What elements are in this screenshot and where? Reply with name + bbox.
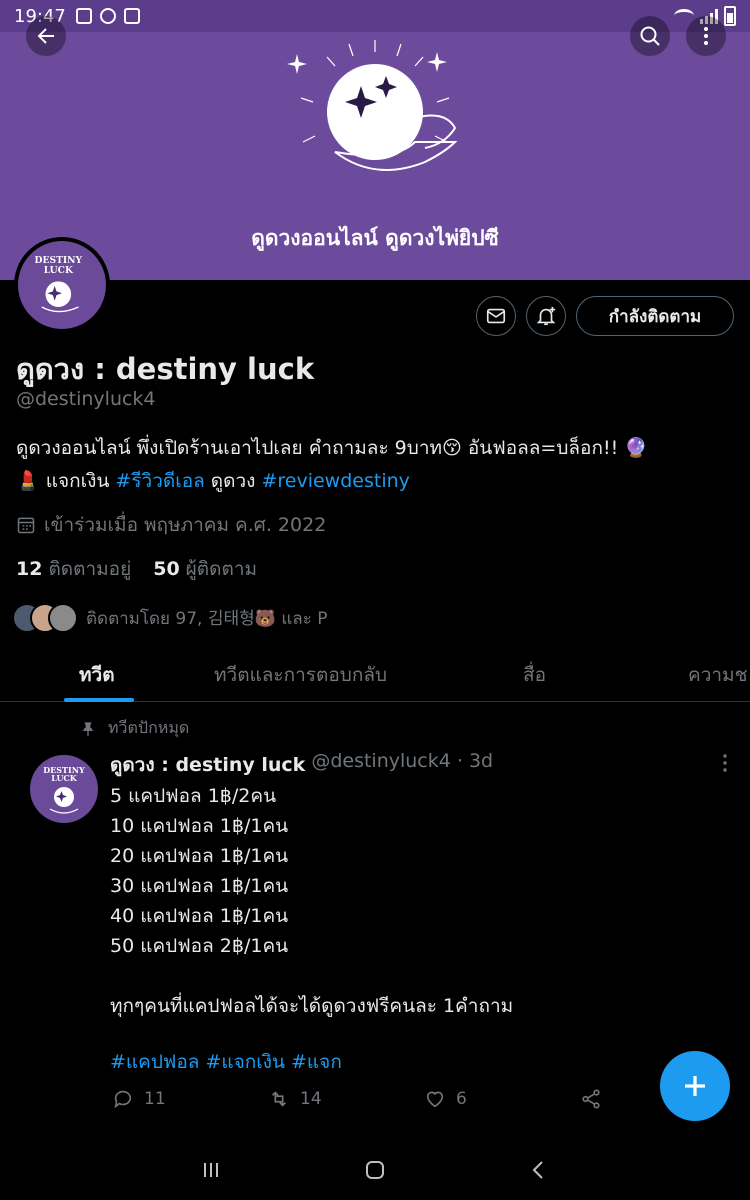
- display-name: ดูดวง : destiny luck: [16, 352, 315, 386]
- retweet-button[interactable]: 14: [268, 1088, 322, 1110]
- tweet-more-icon[interactable]: [716, 752, 734, 774]
- bell-plus-icon: [536, 306, 556, 326]
- followers-stat[interactable]: 50 ผู้ติดตาม: [153, 554, 257, 584]
- profile-banner[interactable]: ดูดวงออนไลน์ ดูดวงไพ่ยิปซี: [0, 32, 750, 280]
- kissing-face-emoji: 😚: [442, 437, 462, 459]
- tweet-line: 10 แคปฟอล 1฿/1คน: [110, 815, 289, 837]
- search-icon: [640, 26, 660, 46]
- profile-bio: ดูดวงออนไลน์ พึ่งเปิดร้านเอาไปเลย คำถามล…: [16, 432, 736, 498]
- pinned-label: ทวีตปักหมุด: [80, 716, 189, 741]
- followed-by[interactable]: ติดตามโดย 97, 김태형🐻 และ P: [12, 603, 328, 633]
- tweet-line: 50 แคปฟอล 2฿/1คน: [110, 935, 289, 957]
- tab-tweets-replies[interactable]: ทวีตและการตอบกลับ: [214, 660, 387, 690]
- back-nav-button[interactable]: [524, 1156, 554, 1184]
- dnd-icon: [99, 8, 116, 24]
- home-button[interactable]: [360, 1156, 390, 1184]
- lipstick-emoji: 💄: [16, 470, 40, 492]
- message-button[interactable]: [476, 296, 516, 336]
- tweet-line: ทุกๆคนที่แคปฟอลได้จะได้ดูดวงฟรีคนละ 1คำถ…: [110, 995, 514, 1017]
- profile-avatar[interactable]: DESTINY LUCK: [14, 237, 110, 333]
- recent-apps-icon: [204, 1163, 218, 1177]
- calendar-icon: [17, 517, 35, 534]
- tweet-line: 40 แคปฟอล 1฿/1คน: [110, 905, 289, 927]
- svg-text:LUCK: LUCK: [44, 265, 74, 276]
- hashtag-link[interactable]: #แคปฟอล: [110, 1047, 199, 1077]
- hashtag-link[interactable]: #แจกเงิน: [205, 1047, 285, 1077]
- tweet-line: 20 แคปฟอล 1฿/1คน: [110, 845, 289, 867]
- banner-caption: ดูดวงออนไลน์ ดูดวงไพ่ยิปซี: [251, 226, 499, 250]
- tweet-author-name[interactable]: ดูดวง : destiny luck: [110, 750, 305, 780]
- battery-icon: [724, 6, 736, 26]
- hashtag-link[interactable]: #reviewdestiny: [261, 470, 409, 492]
- tab-likes[interactable]: ความช: [688, 660, 747, 690]
- profile-tabs: ทวีต ทวีตและการตอบกลับ สื่อ ความช: [0, 648, 750, 702]
- tweet-hashtags: #แคปฟอล #แจกเงิน #แจก: [110, 1047, 342, 1077]
- joined-date: เข้าร่วมเมื่อ พฤษภาคม ค.ศ. 2022: [16, 510, 326, 540]
- tab-tweets[interactable]: ทวีต: [79, 660, 115, 690]
- app-notification-icon: [123, 8, 140, 24]
- active-tab-indicator: [64, 698, 134, 702]
- following-label: ติดตามอยู่: [48, 558, 132, 580]
- svg-text:LUCK: LUCK: [51, 773, 78, 783]
- tweet-text: 5 แคปฟอล 1฿/2คน 10 แคปฟอล 1฿/1คน 20 แคปฟ…: [110, 781, 513, 1021]
- system-navigation-bar: [0, 1140, 750, 1200]
- pinned-text: ทวีตปักหมุด: [108, 718, 190, 737]
- tweet-header: ดูดวง : destiny luck @destinyluck4 · 3d: [110, 750, 493, 780]
- chevron-left-icon: [532, 1161, 543, 1179]
- following-stat[interactable]: 12 ติดตามอยู่: [16, 554, 131, 584]
- search-button[interactable]: [630, 16, 670, 56]
- reply-icon: [114, 1090, 132, 1109]
- retweet-count: 14: [300, 1089, 322, 1109]
- reply-count: 11: [144, 1089, 166, 1109]
- bio-text: แจกเงิน: [39, 470, 116, 492]
- tweet-actions: 11 14 6: [110, 1088, 610, 1118]
- reply-button[interactable]: 11: [112, 1088, 166, 1110]
- joined-text: เข้าร่วมเมื่อ พฤษภาคม ค.ศ. 2022: [44, 514, 327, 536]
- retweet-icon: [271, 1091, 287, 1107]
- tweet-line: 30 แคปฟอล 1฿/1คน: [110, 875, 289, 897]
- more-options-button[interactable]: [686, 16, 726, 56]
- tweet-line: 5 แคปฟอล 1฿/2คน: [110, 785, 277, 807]
- share-icon: [582, 1089, 600, 1109]
- crystal-ball-illustration: [287, 40, 458, 171]
- bio-text: ดูดวงออนไลน์ พึ่งเปิดร้านเอาไปเลย คำถามล…: [16, 437, 443, 459]
- crystal-ball-emoji: 🔮: [624, 437, 648, 459]
- hashtag-link[interactable]: #แจก: [291, 1047, 342, 1077]
- like-button[interactable]: 6: [424, 1088, 467, 1110]
- tweet-line: [110, 961, 513, 991]
- recent-apps-button[interactable]: [196, 1156, 226, 1184]
- arrow-left-icon: [37, 28, 54, 44]
- bio-text: อันฟอลล=บล็อก!!: [461, 437, 625, 459]
- follower-avatar: [48, 603, 78, 633]
- follow-stats: 12 ติดตามอยู่ 50 ผู้ติดตาม: [16, 554, 257, 584]
- following-button[interactable]: กำลังติดตาม: [576, 296, 734, 336]
- following-count: 12: [16, 558, 43, 580]
- followers-label: ผู้ติดตาม: [185, 558, 258, 580]
- share-button[interactable]: [580, 1088, 602, 1110]
- tweet-meta: @destinyluck4 · 3d: [311, 750, 494, 772]
- followed-by-text: ติดตามโดย 97, 김태형🐻 และ P: [86, 609, 328, 629]
- destiny-luck-logo: DESTINY LUCK: [43, 765, 85, 814]
- username-handle: @destinyluck4: [16, 388, 156, 410]
- plus-icon: [685, 1076, 705, 1096]
- envelope-icon: [486, 308, 506, 324]
- compose-tweet-button[interactable]: [660, 1051, 730, 1121]
- back-button[interactable]: [26, 16, 66, 56]
- tweet-author-avatar[interactable]: DESTINY LUCK: [30, 755, 98, 823]
- home-icon: [366, 1161, 384, 1179]
- hashtag-link[interactable]: #รีวิวดีเอล: [115, 470, 204, 492]
- like-count: 6: [456, 1089, 467, 1109]
- more-vertical-icon: [704, 27, 708, 45]
- tab-media[interactable]: สื่อ: [523, 660, 546, 690]
- heart-icon: [426, 1091, 444, 1108]
- followers-count: 50: [153, 558, 180, 580]
- gallery-icon: [75, 8, 92, 24]
- notifications-button[interactable]: [526, 296, 566, 336]
- destiny-luck-logo: DESTINY LUCK: [35, 255, 83, 313]
- pin-icon: [83, 721, 93, 736]
- bio-text: ดูดวง: [204, 470, 262, 492]
